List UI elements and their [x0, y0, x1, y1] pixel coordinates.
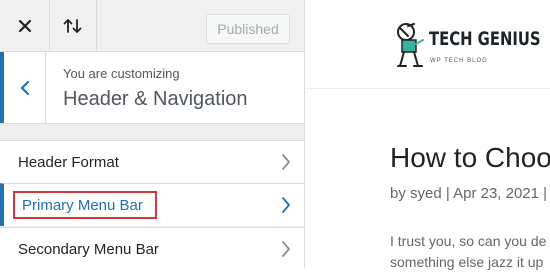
logo-title: TECH GENIUS [429, 28, 541, 50]
post-excerpt: I trust you, so can you de something els… [390, 231, 546, 273]
menu-item-label: Secondary Menu Bar [18, 240, 159, 258]
customizer-topbar: Published [0, 0, 304, 52]
logo-tagline: WP TECH BLOG [430, 58, 488, 64]
menu-item-header-format[interactable]: Header Format [0, 140, 304, 183]
close-icon [18, 19, 31, 32]
robot-icon [397, 23, 424, 67]
excerpt-line: something else jazz it up [390, 254, 544, 270]
close-button[interactable] [0, 0, 50, 51]
post-title[interactable]: How to Choo [390, 142, 550, 174]
chevron-right-icon [282, 241, 290, 257]
customizer-panel: Published You are customizing Header & N… [0, 0, 305, 268]
menu-item-primary-menu-bar[interactable]: Primary Menu Bar [0, 183, 304, 226]
sort-arrows-icon [63, 18, 82, 33]
site-preview: TECH GENIUS WP TECH BLOG How to Choo by … [306, 0, 550, 270]
menu-item-label: Header Format [18, 153, 119, 171]
post-meta: by syed | Apr 23, 2021 | Ir [390, 185, 550, 202]
chevron-right-icon [282, 197, 290, 213]
customizing-header: You are customizing Header & Navigation [0, 52, 304, 124]
sort-button[interactable] [50, 0, 97, 51]
chevron-left-icon [20, 80, 29, 95]
highlight-box: Primary Menu Bar [13, 191, 157, 219]
section-title: Header & Navigation [63, 88, 248, 110]
back-button[interactable] [0, 52, 46, 123]
site-header: TECH GENIUS WP TECH BLOG [306, 0, 550, 89]
menu-item-label: Primary Menu Bar [22, 196, 143, 214]
customizing-label: You are customizing [63, 66, 180, 81]
excerpt-line: I trust you, so can you de [390, 233, 547, 249]
published-button[interactable]: Published [206, 14, 290, 44]
menu-item-secondary-menu-bar[interactable]: Secondary Menu Bar [0, 227, 304, 268]
chevron-right-icon [282, 154, 290, 170]
